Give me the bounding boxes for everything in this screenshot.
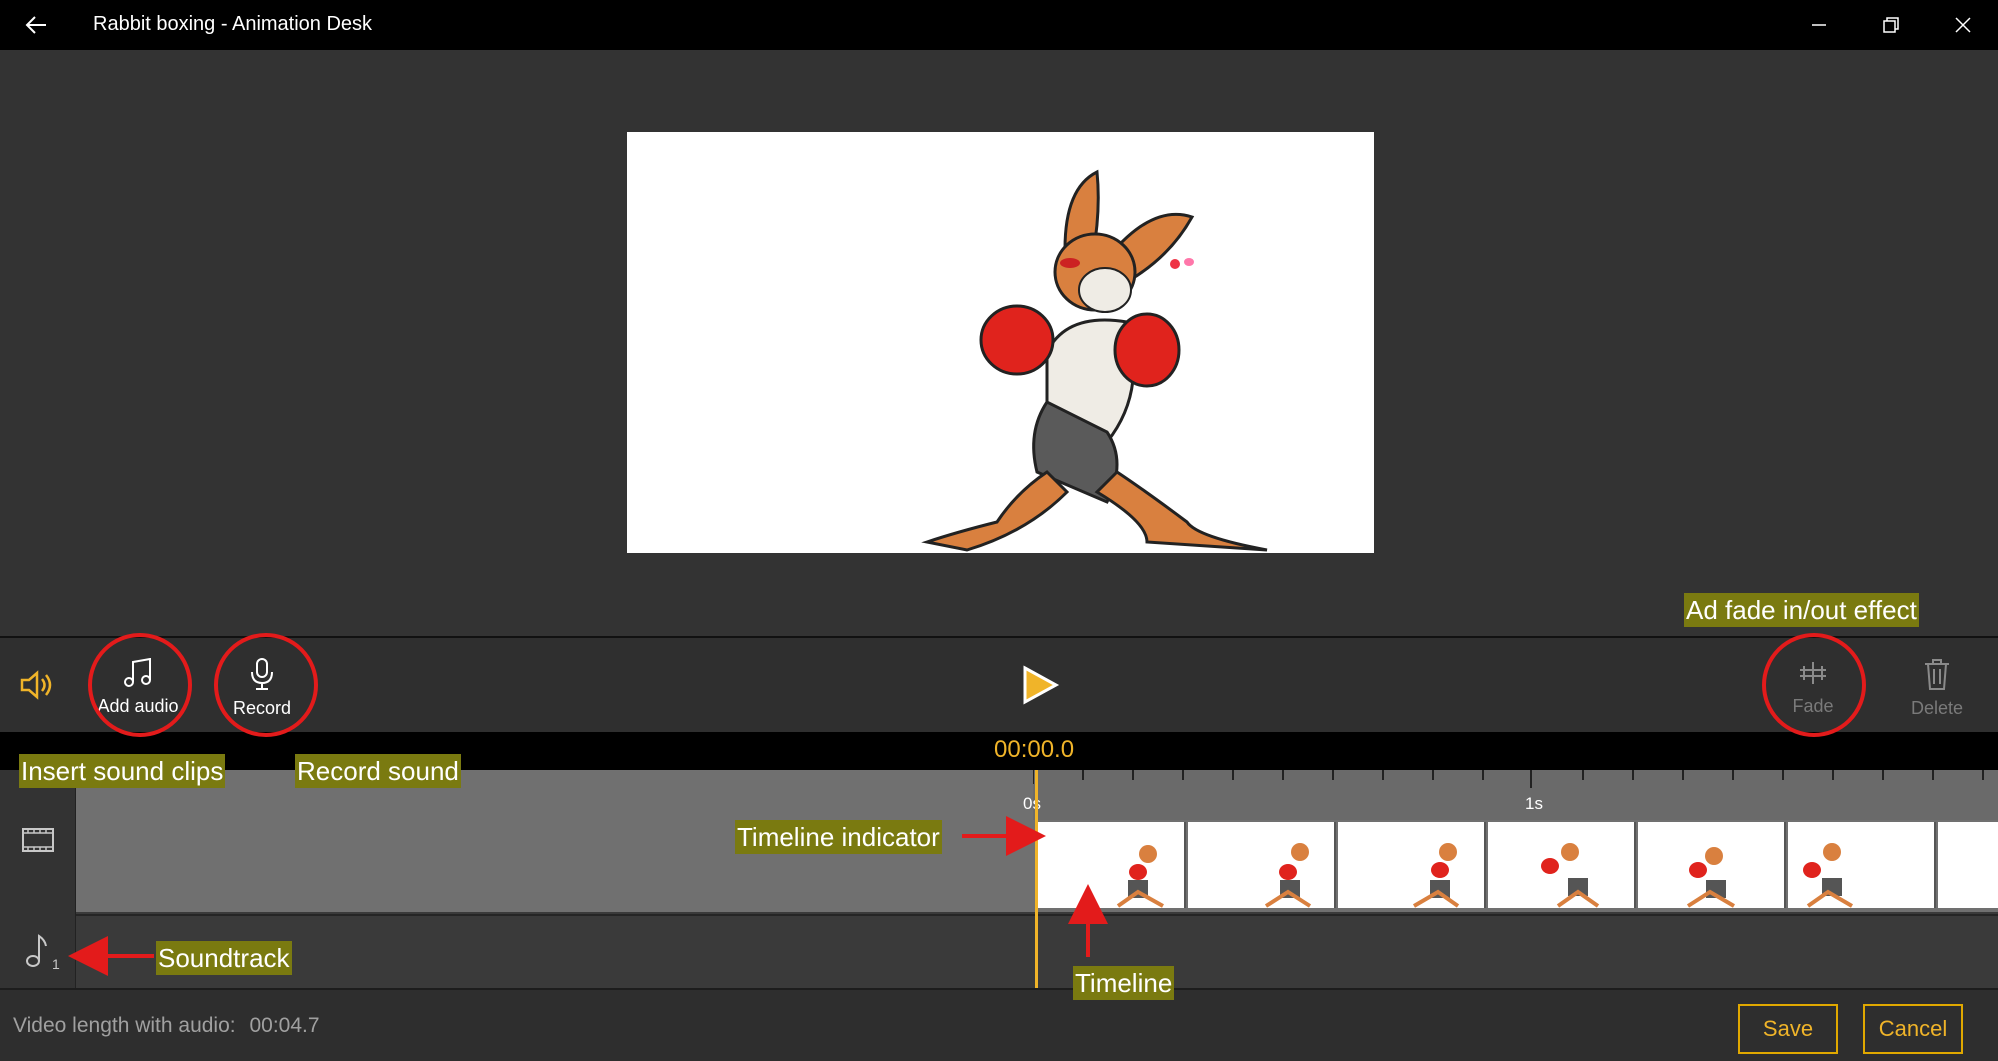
delete-button[interactable]: Delete xyxy=(1896,658,1978,719)
annotation-timeline: Timeline xyxy=(1073,966,1175,1000)
delete-label: Delete xyxy=(1910,698,1964,718)
frame-thumbnail[interactable] xyxy=(1638,822,1786,908)
play-icon xyxy=(1023,665,1060,705)
title-bar: Rabbit boxing - Animation Desk xyxy=(0,0,1998,50)
rabbit-boxer-image xyxy=(921,169,1268,552)
restore-button[interactable] xyxy=(1855,0,1927,50)
volume-button[interactable] xyxy=(18,668,58,702)
trash-icon xyxy=(1925,659,1949,690)
play-button[interactable] xyxy=(1020,664,1060,706)
frame-thumbnail[interactable] xyxy=(1488,822,1636,908)
cancel-button[interactable]: Cancel xyxy=(1863,1004,1963,1054)
timecode-display: 00:00.0 xyxy=(994,736,1075,763)
restore-icon xyxy=(1883,17,1899,33)
footer-bar: Video length with audio: 00:04.7 Save Ca… xyxy=(0,988,1998,1061)
video-length-label: Video length with audio: xyxy=(13,1014,236,1037)
rabbit-thumbnail xyxy=(1686,847,1736,908)
music-note-icon xyxy=(26,934,47,967)
timeline-panel: 1 0s 1s xyxy=(0,770,1998,988)
frame-thumbnail[interactable] xyxy=(1038,822,1186,908)
annotation-fade-effect: Ad fade in/out effect xyxy=(1684,593,1919,627)
video-length-value: 00:04.7 xyxy=(249,1014,320,1037)
annotation-insert-sound: Insert sound clips xyxy=(19,754,226,788)
minimize-button[interactable] xyxy=(1783,0,1855,50)
record-callout-circle xyxy=(214,633,318,737)
frame-thumbnail[interactable] xyxy=(1938,822,1998,908)
annotation-soundtrack: Soundtrack xyxy=(156,941,292,975)
frame-thumbnail[interactable] xyxy=(1788,822,1936,908)
back-button[interactable] xyxy=(18,10,54,40)
rabbit-thumbnail xyxy=(1264,843,1312,908)
close-icon xyxy=(1955,17,1971,33)
window-title: Rabbit boxing - Animation Desk xyxy=(93,13,373,35)
annotation-timeline-indicator: Timeline indicator xyxy=(735,820,942,854)
playhead-indicator[interactable] xyxy=(1035,770,1038,988)
time-ruler: 0s 1s xyxy=(1023,770,1998,820)
video-length-info: Video length with audio: 00:04.7 xyxy=(13,1014,320,1038)
film-strip-icon xyxy=(22,828,54,852)
ruler-ticks xyxy=(1033,770,1984,788)
save-button[interactable]: Save xyxy=(1738,1004,1838,1054)
rabbit-thumbnail xyxy=(1412,843,1460,908)
frame-thumbnail[interactable] xyxy=(1338,822,1486,908)
rabbit-thumbnail xyxy=(1541,843,1600,908)
audio-track-number: 1 xyxy=(52,956,60,972)
frame-thumbnail[interactable] xyxy=(1188,822,1336,908)
back-arrow-icon xyxy=(25,16,46,34)
close-button[interactable] xyxy=(1927,0,1998,50)
minimize-icon xyxy=(1812,24,1826,26)
fade-callout-circle xyxy=(1762,633,1866,737)
rabbit-thumbnail xyxy=(1116,845,1164,908)
speaker-icon xyxy=(20,670,52,700)
animation-canvas xyxy=(627,132,1374,553)
ruler-label-1s: 1s xyxy=(1525,794,1543,813)
annotation-record-sound: Record sound xyxy=(295,754,461,788)
ruler-label-0s: 0s xyxy=(1023,794,1041,813)
add-audio-callout-circle xyxy=(88,633,192,737)
rabbit-thumbnail xyxy=(1803,843,1854,908)
track-header-column: 1 xyxy=(0,770,76,988)
